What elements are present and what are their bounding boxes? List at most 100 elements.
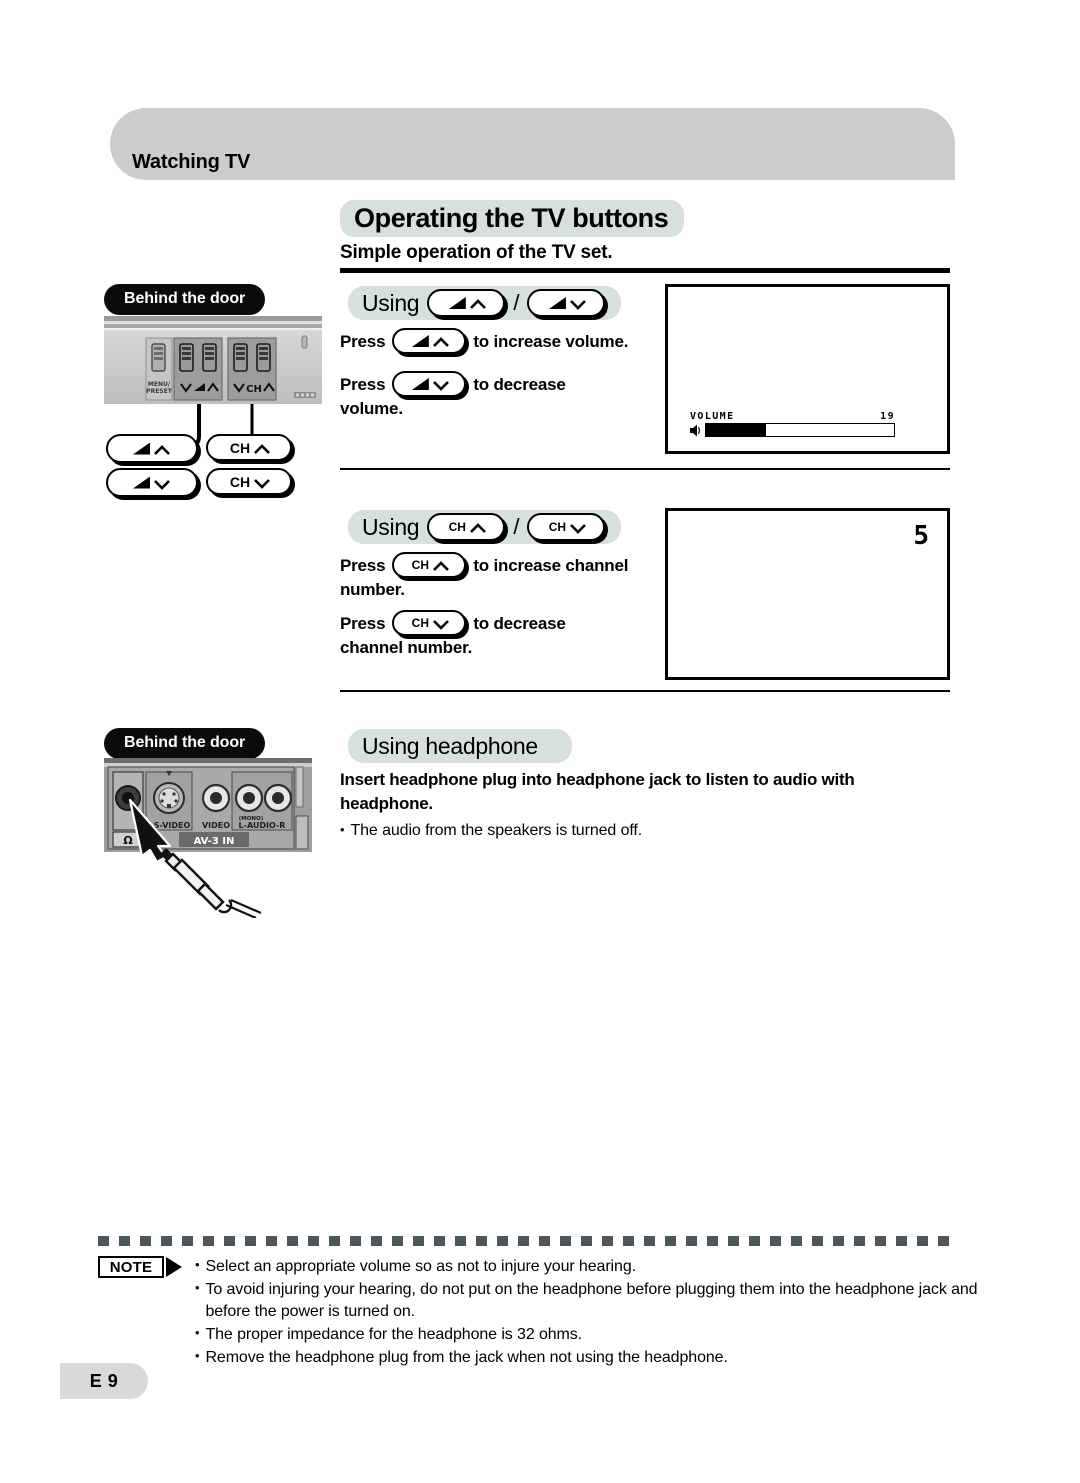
svg-text:L-AUDIO-R: L-AUDIO-R: [239, 821, 286, 830]
bullet-marker: •: [195, 1348, 200, 1364]
separator-slash: /: [513, 290, 520, 315]
svg-text:VIDEO: VIDEO: [202, 821, 230, 830]
volume-wedge-icon: [411, 378, 429, 390]
channel-increase-line: Press CH to increase channel: [340, 552, 670, 578]
section-header-label: Watching TV: [132, 151, 251, 173]
volume-down-key-graphic[interactable]: [527, 289, 606, 317]
volume-down-key-graphic[interactable]: [392, 371, 467, 397]
volume-wedge-icon: [411, 335, 429, 347]
chevron-up-icon: [432, 560, 449, 571]
note-list: • Select an appropriate volume so as not …: [195, 1256, 978, 1368]
title-divider: [340, 268, 950, 273]
channel-increase-text: to increase channel: [473, 555, 629, 575]
tv-screen-volume-osd: VOLUME 19: [665, 284, 950, 454]
volume-decrease-line: Press to decrease: [340, 371, 670, 397]
osd-volume-value: 19: [880, 411, 895, 422]
note-item-text: Select an appropriate volume so as not t…: [205, 1258, 636, 1275]
channel-instructions: Press CH to increase channel number. Pre…: [340, 552, 670, 668]
svg-text:CH: CH: [246, 384, 262, 395]
channel-decrease-text: to decrease: [473, 613, 566, 633]
callout-channel-down-button[interactable]: CH: [206, 468, 292, 495]
using-label: Using: [362, 289, 420, 316]
section-divider-volume: [340, 468, 950, 470]
page-subtitle: Simple operation of the TV set.: [340, 242, 613, 263]
note-item-text: The proper impedance for the headphone i…: [205, 1325, 583, 1343]
channel-increase-text-cont: number.: [340, 580, 405, 599]
svg-text:S-VIDEO: S-VIDEO: [154, 821, 191, 830]
svg-text:AV-3 IN: AV-3 IN: [194, 836, 235, 847]
callout-volume-down-button[interactable]: [106, 468, 198, 497]
note-item-text: To avoid injuring your hearing, do not p…: [205, 1281, 978, 1320]
headphone-bullet-text: The audio from the speakers is turned of…: [350, 821, 643, 839]
osd-volume-bar-fill: [706, 424, 767, 436]
note-item-text: Remove the headphone plug from the jack …: [205, 1349, 728, 1367]
headphone-bullet-item: • The audio from the speakers is turned …: [340, 822, 940, 840]
page-title: Operating the TV buttons: [340, 200, 685, 238]
behind-the-door-badge-jack: Behind the door: [104, 728, 266, 759]
chevron-down-icon: [432, 618, 449, 630]
chevron-down-icon: [153, 478, 170, 490]
channel-key-label: CH: [448, 520, 466, 534]
chevron-up-icon: [153, 444, 170, 455]
press-label: Press: [340, 613, 386, 633]
channel-down-key-graphic[interactable]: CH: [527, 513, 606, 541]
bullet-marker: •: [340, 821, 345, 837]
chevron-down-icon: [569, 298, 586, 310]
section-divider-channel: [340, 690, 950, 692]
channel-key-label: CH: [411, 558, 429, 572]
volume-up-key-graphic[interactable]: [392, 328, 467, 354]
using-label: Using: [362, 513, 420, 540]
note-item: • To avoid injuring your hearing, do not …: [195, 1279, 978, 1322]
button-callouts-group: CH CH: [104, 404, 322, 500]
volume-increase-text: to increase volume.: [473, 331, 629, 351]
channel-up-key-graphic[interactable]: CH: [427, 513, 506, 541]
chevron-up-icon: [469, 298, 486, 309]
channel-down-key-graphic[interactable]: CH: [392, 610, 467, 636]
section-header-band: Watching TV: [110, 108, 955, 180]
note-dashed-divider: [98, 1236, 954, 1246]
callout-channel-up-label: CH: [229, 439, 251, 456]
page-number-tab: E 9: [60, 1363, 148, 1399]
tv-screen-channel-osd: 5: [665, 508, 950, 680]
using-volume-header: Using /: [348, 286, 622, 320]
bullet-marker: •: [195, 1280, 200, 1296]
headphone-lead-text: Insert headphone plug into headphone jac…: [340, 770, 855, 813]
bullet-marker: •: [195, 1324, 200, 1340]
volume-wedge-icon: [133, 442, 150, 455]
channel-up-key-graphic[interactable]: CH: [392, 552, 467, 578]
chevron-down-icon: [569, 522, 587, 534]
volume-up-key-graphic[interactable]: [427, 289, 506, 317]
speaker-icon: [690, 424, 701, 437]
osd-volume-widget: VOLUME 19: [690, 411, 895, 437]
channel-decrease-line: Press CH to decrease: [340, 610, 670, 636]
channel-decrease-text-cont: channel number.: [340, 638, 473, 657]
note-item: • Select an appropriate volume so as not …: [195, 1256, 978, 1277]
volume-increase-line: Press to increase volume.: [340, 328, 670, 354]
callout-volume-up-button[interactable]: [106, 434, 198, 463]
separator-slash: /: [513, 514, 520, 539]
chevron-up-icon: [469, 522, 486, 533]
page-title-container: Operating the TV buttons: [340, 200, 685, 238]
press-label: Press: [340, 331, 386, 351]
using-headphone-header: Using headphone: [348, 729, 572, 763]
volume-instructions: Press to increase volume. Press to decre…: [340, 328, 670, 429]
volume-wedge-icon: [448, 297, 466, 309]
osd-volume-label: VOLUME: [690, 411, 735, 422]
chevron-up-icon: [253, 443, 271, 454]
callout-channel-down-label: CH: [229, 473, 251, 490]
av-jack-panel-illustration: Ω S-VIDEO VIDEO (MONO) L-AUDIO-R AV-3 IN: [104, 758, 324, 918]
tv-front-panel-illustration: MENU/ PRESET CH: [104, 316, 322, 404]
using-headphone-label: Using headphone: [362, 732, 538, 759]
using-channel-header: Using CH / CH: [348, 510, 622, 544]
volume-wedge-icon: [133, 476, 150, 489]
note-badge: NOTE: [98, 1256, 164, 1278]
svg-text:Ω: Ω: [123, 834, 133, 847]
callout-channel-up-button[interactable]: CH: [206, 434, 292, 461]
chevron-down-icon: [253, 477, 271, 489]
note-item: • Remove the headphone plug from the jack…: [195, 1347, 978, 1368]
volume-wedge-icon: [548, 297, 566, 309]
headphone-instructions: Insert headphone plug into headphone jac…: [340, 768, 940, 840]
osd-channel-number: 5: [913, 521, 929, 551]
note-block: NOTE • Select an appropriate volume so as…: [98, 1256, 978, 1370]
note-item: • The proper impedance for the headphone …: [195, 1324, 978, 1345]
